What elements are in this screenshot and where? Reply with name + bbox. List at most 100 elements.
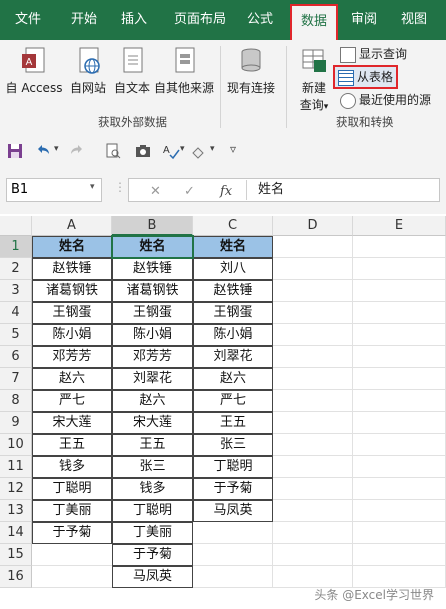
name-box-dropdown-icon[interactable]: ▾ (90, 182, 95, 192)
data-cell[interactable]: 丁聪明 (32, 478, 112, 500)
column-header-d[interactable]: D (273, 216, 353, 236)
show-queries-button[interactable]: 显示查询 (340, 44, 407, 64)
data-cell[interactable]: 刘翠花 (112, 368, 193, 390)
data-cell[interactable]: 诸葛钢铁 (112, 280, 193, 302)
row-header-13[interactable]: 13 (0, 500, 32, 522)
data-cell[interactable]: 陈小娟 (193, 324, 273, 346)
name-box[interactable]: B1 (6, 178, 102, 202)
data-cell[interactable]: 丁美丽 (32, 500, 112, 522)
data-cell[interactable]: 张三 (112, 456, 193, 478)
data-cell[interactable]: 于予菊 (112, 544, 193, 566)
data-cell[interactable]: 丁聪明 (112, 500, 193, 522)
header-cell[interactable]: 姓名 (193, 236, 273, 258)
format-icon[interactable] (190, 142, 208, 160)
row-header-11[interactable]: 11 (0, 456, 32, 478)
data-cell[interactable]: 丁美丽 (112, 522, 193, 544)
undo-dropdown-icon[interactable]: ▾ (54, 144, 59, 154)
enter-icon[interactable]: ✓ (184, 184, 195, 199)
from-web-label: 自网站 (69, 81, 106, 95)
data-cell[interactable]: 严七 (32, 390, 112, 412)
data-cell[interactable]: 陈小娟 (32, 324, 112, 346)
select-all-corner[interactable] (0, 216, 32, 236)
data-cell[interactable]: 刘翠花 (193, 346, 273, 368)
row-header-1[interactable]: 1 (0, 236, 32, 258)
data-cell[interactable]: 王钢蛋 (193, 302, 273, 324)
column-header-e[interactable]: E (353, 216, 446, 236)
cancel-icon[interactable]: ✕ (150, 184, 161, 199)
data-cell[interactable]: 钱多 (112, 478, 193, 500)
tab-insert[interactable]: 插入 (112, 0, 156, 40)
data-cell[interactable]: 赵铁锤 (112, 258, 193, 280)
from-other-sources-button[interactable]: 自其他来源 (152, 46, 216, 96)
tab-view[interactable]: 视图 (392, 0, 436, 40)
row-header-3[interactable]: 3 (0, 280, 32, 302)
data-cell[interactable]: 邓芳芳 (112, 346, 193, 368)
row-header-2[interactable]: 2 (0, 258, 32, 280)
row-header-9[interactable]: 9 (0, 412, 32, 434)
print-preview-icon[interactable] (104, 142, 122, 160)
recent-sources-button[interactable]: 最近使用的源 (340, 90, 431, 110)
from-table-button[interactable]: 从表格 (333, 65, 399, 89)
data-cell[interactable]: 王钢蛋 (32, 302, 112, 324)
row-header-4[interactable]: 4 (0, 302, 32, 324)
table-icon (338, 69, 354, 86)
data-cell[interactable]: 赵六 (32, 368, 112, 390)
row-header-16[interactable]: 16 (0, 566, 32, 588)
data-cell[interactable]: 赵六 (112, 390, 193, 412)
from-web-button[interactable]: 自网站 (66, 46, 110, 96)
data-cell[interactable]: 邓芳芳 (32, 346, 112, 368)
format-dropdown-icon[interactable]: ▾ (210, 144, 215, 154)
data-cell[interactable]: 赵铁锤 (32, 258, 112, 280)
tab-home[interactable]: 开始 (62, 0, 106, 40)
tab-file[interactable]: 文件 (6, 0, 50, 40)
data-cell[interactable]: 陈小娟 (112, 324, 193, 346)
data-cell[interactable]: 王五 (112, 434, 193, 456)
data-cell[interactable]: 丁聪明 (193, 456, 273, 478)
save-icon[interactable] (6, 142, 24, 160)
new-query-button[interactable]: 新建 查询▾ (292, 46, 336, 113)
data-cell[interactable]: 宋大莲 (112, 412, 193, 434)
row-header-6[interactable]: 6 (0, 346, 32, 368)
row-header-5[interactable]: 5 (0, 324, 32, 346)
redo-icon[interactable] (68, 142, 86, 160)
column-header-c[interactable]: C (193, 216, 273, 236)
data-cell[interactable]: 钱多 (32, 456, 112, 478)
data-cell[interactable]: 王钢蛋 (112, 302, 193, 324)
data-cell[interactable]: 王五 (32, 434, 112, 456)
undo-icon[interactable] (34, 142, 52, 160)
data-cell[interactable]: 马凤英 (112, 566, 193, 588)
tab-review[interactable]: 审阅 (342, 0, 386, 40)
tab-formulas[interactable]: 公式 (238, 0, 282, 40)
from-text-button[interactable]: 自文本 (110, 46, 154, 96)
data-cell[interactable]: 宋大莲 (32, 412, 112, 434)
data-cell[interactable]: 王五 (193, 412, 273, 434)
data-cell[interactable]: 刘八 (193, 258, 273, 280)
data-cell[interactable]: 诸葛钢铁 (32, 280, 112, 302)
row-header-12[interactable]: 12 (0, 478, 32, 500)
data-cell[interactable]: 赵六 (193, 368, 273, 390)
tab-data[interactable]: 数据 (290, 4, 338, 42)
data-cell[interactable]: 于予菊 (32, 522, 112, 544)
header-cell[interactable]: 姓名 (32, 236, 112, 258)
data-cell[interactable]: 张三 (193, 434, 273, 456)
from-access-button[interactable]: A 自 Access (4, 46, 64, 96)
spelling-icon[interactable]: A (162, 142, 180, 160)
column-header-b[interactable]: B (112, 216, 193, 236)
column-header-a[interactable]: A (32, 216, 112, 236)
existing-connections-button[interactable]: 现有连接 (224, 46, 278, 96)
data-cell[interactable]: 于予菊 (193, 478, 273, 500)
data-cell[interactable]: 严七 (193, 390, 273, 412)
data-cell[interactable]: 马凤英 (193, 500, 273, 522)
header-cell[interactable]: 姓名 (112, 236, 193, 258)
customize-toolbar-icon[interactable]: ▿ (230, 142, 236, 156)
camera-icon[interactable] (134, 142, 152, 160)
row-header-15[interactable]: 15 (0, 544, 32, 566)
row-header-14[interactable]: 14 (0, 522, 32, 544)
tab-page-layout[interactable]: 页面布局 (168, 0, 232, 40)
row-header-8[interactable]: 8 (0, 390, 32, 412)
data-cell[interactable]: 赵铁锤 (193, 280, 273, 302)
insert-function-icon[interactable]: fx (220, 184, 232, 199)
row-header-10[interactable]: 10 (0, 434, 32, 456)
row-header-7[interactable]: 7 (0, 368, 32, 390)
spelling-dropdown-icon[interactable]: ▾ (180, 144, 185, 154)
